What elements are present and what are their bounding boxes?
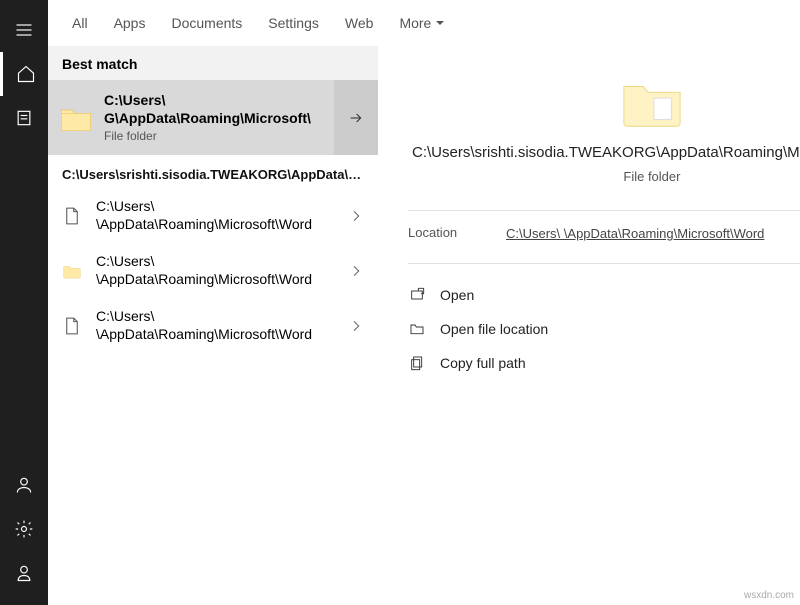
account-button[interactable] bbox=[0, 463, 48, 507]
chevron-right-icon bbox=[348, 318, 364, 334]
content-area: Best match C:\Users\ G\AppData\Roaming\M… bbox=[48, 46, 800, 605]
home-button[interactable] bbox=[0, 52, 48, 96]
settings-button[interactable] bbox=[0, 507, 48, 551]
detail-pane: C:\Users\srishti.sisodia.TWEAKORG\AppDat… bbox=[378, 46, 800, 605]
result-item[interactable]: C:\Users\ \AppData\Roaming\Microsoft\Wor… bbox=[48, 243, 378, 298]
result-text: C:\Users\ \AppData\Roaming\Microsoft\Wor… bbox=[96, 253, 348, 288]
watermark: wsxdn.com bbox=[744, 590, 794, 601]
result-text: C:\Users\ \AppData\Roaming\Microsoft\Wor… bbox=[96, 308, 348, 343]
action-copy-path[interactable]: Copy full path bbox=[408, 346, 800, 380]
divider bbox=[408, 210, 800, 211]
tab-all[interactable]: All bbox=[62, 9, 98, 37]
best-match-header: Best match bbox=[48, 46, 378, 80]
chevron-right-icon bbox=[348, 263, 364, 279]
action-label: Copy full path bbox=[440, 355, 526, 371]
results-pane: Best match C:\Users\ G\AppData\Roaming\M… bbox=[48, 46, 378, 605]
menu-button[interactable] bbox=[0, 8, 48, 52]
location-row: Location C:\Users\ \AppData\Roaming\Micr… bbox=[408, 225, 800, 243]
gear-icon bbox=[14, 519, 34, 539]
location-label: Location bbox=[408, 225, 506, 240]
action-open[interactable]: Open bbox=[408, 278, 800, 312]
timeline-icon bbox=[14, 108, 34, 128]
tab-more-label: More bbox=[399, 15, 431, 31]
arrow-right-icon bbox=[348, 110, 364, 126]
divider bbox=[408, 263, 800, 264]
folder-large-icon bbox=[621, 76, 683, 128]
results-list: C:\Users\ \AppData\Roaming\Microsoft\Wor… bbox=[48, 188, 378, 605]
result-text: C:\Users\ \AppData\Roaming\Microsoft\Wor… bbox=[96, 198, 348, 233]
start-sidebar bbox=[0, 0, 48, 605]
tab-apps[interactable]: Apps bbox=[104, 9, 156, 37]
hamburger-icon bbox=[14, 20, 34, 40]
action-label: Open file location bbox=[440, 321, 548, 337]
timeline-button[interactable] bbox=[0, 96, 48, 140]
search-path-header: C:\Users\srishti.sisodia.TWEAKORG\AppDat… bbox=[48, 155, 378, 188]
tab-documents[interactable]: Documents bbox=[161, 9, 252, 37]
main-area: All Apps Documents Settings Web More Fee… bbox=[48, 0, 800, 605]
tab-web[interactable]: Web bbox=[335, 9, 384, 37]
document-icon bbox=[62, 206, 82, 226]
action-open-location[interactable]: Open file location bbox=[408, 312, 800, 346]
result-item[interactable]: C:\Users\ \AppData\Roaming\Microsoft\Wor… bbox=[48, 298, 378, 353]
detail-subtitle: File folder bbox=[408, 169, 800, 184]
best-match-subtitle: File folder bbox=[104, 129, 366, 143]
detail-title: C:\Users\srishti.sisodia.TWEAKORG\AppDat… bbox=[408, 142, 800, 163]
filter-tabs: All Apps Documents Settings Web More Fee… bbox=[48, 0, 800, 46]
best-match-card[interactable]: C:\Users\ G\AppData\Roaming\Microsoft\ F… bbox=[48, 80, 378, 155]
result-item[interactable]: C:\Users\ \AppData\Roaming\Microsoft\Wor… bbox=[48, 188, 378, 243]
copy-icon bbox=[408, 354, 426, 372]
folder-icon bbox=[62, 261, 82, 281]
home-icon bbox=[16, 64, 36, 84]
profile-button[interactable] bbox=[0, 551, 48, 595]
blank-doc-icon bbox=[62, 316, 82, 336]
tab-more[interactable]: More bbox=[389, 9, 455, 37]
location-link[interactable]: C:\Users\ \AppData\Roaming\Microsoft\Wor… bbox=[506, 225, 764, 243]
chevron-down-icon bbox=[435, 18, 445, 28]
open-icon bbox=[408, 286, 426, 304]
tab-settings[interactable]: Settings bbox=[258, 9, 329, 37]
expand-button[interactable] bbox=[334, 80, 378, 155]
chevron-right-icon bbox=[348, 208, 364, 224]
folder-icon bbox=[60, 104, 92, 132]
best-match-title: C:\Users\ G\AppData\Roaming\Microsoft\ bbox=[104, 92, 366, 127]
action-label: Open bbox=[440, 287, 474, 303]
folder-preview bbox=[408, 76, 800, 128]
person-icon bbox=[14, 475, 34, 495]
profile-icon bbox=[14, 563, 34, 583]
folder-open-icon bbox=[408, 320, 426, 338]
